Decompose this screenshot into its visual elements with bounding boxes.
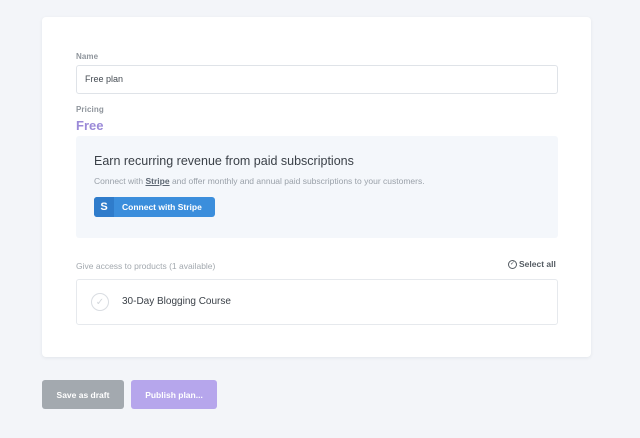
stripe-desc-before: Connect with [94,176,146,186]
check-circle-icon: ✓ [508,259,517,269]
name-label: Name [76,52,99,61]
name-input[interactable]: Free plan [76,65,558,94]
stripe-title: Earn recurring revenue from paid subscri… [94,154,354,168]
price-value: Free [76,118,104,133]
stripe-logo-icon: S [94,197,114,217]
publish-plan-button[interactable]: Publish plan... [131,380,217,409]
save-draft-button[interactable]: Save as draft [42,380,124,409]
product-name: 30-Day Blogging Course [122,296,231,307]
select-all-button[interactable]: ✓ Select all [508,259,556,269]
product-check-icon[interactable]: ✓ [91,293,109,311]
stripe-panel: Earn recurring revenue from paid subscri… [76,136,558,238]
stripe-description: Connect with Stripe and offer monthly an… [94,176,425,186]
stripe-link[interactable]: Stripe [146,176,170,186]
connect-stripe-button[interactable]: S Connect with Stripe [94,197,215,217]
stripe-desc-after: and offer monthly and annual paid subscr… [169,176,425,186]
select-all-label: Select all [519,259,556,269]
pricing-label: Pricing [76,105,104,114]
access-label: Give access to products (1 available) [76,261,216,271]
plan-form-card: Name Free plan Pricing Free Earn recurri… [42,17,591,357]
product-list: ✓ 30-Day Blogging Course [76,279,558,325]
connect-stripe-label: Connect with Stripe [122,202,202,212]
